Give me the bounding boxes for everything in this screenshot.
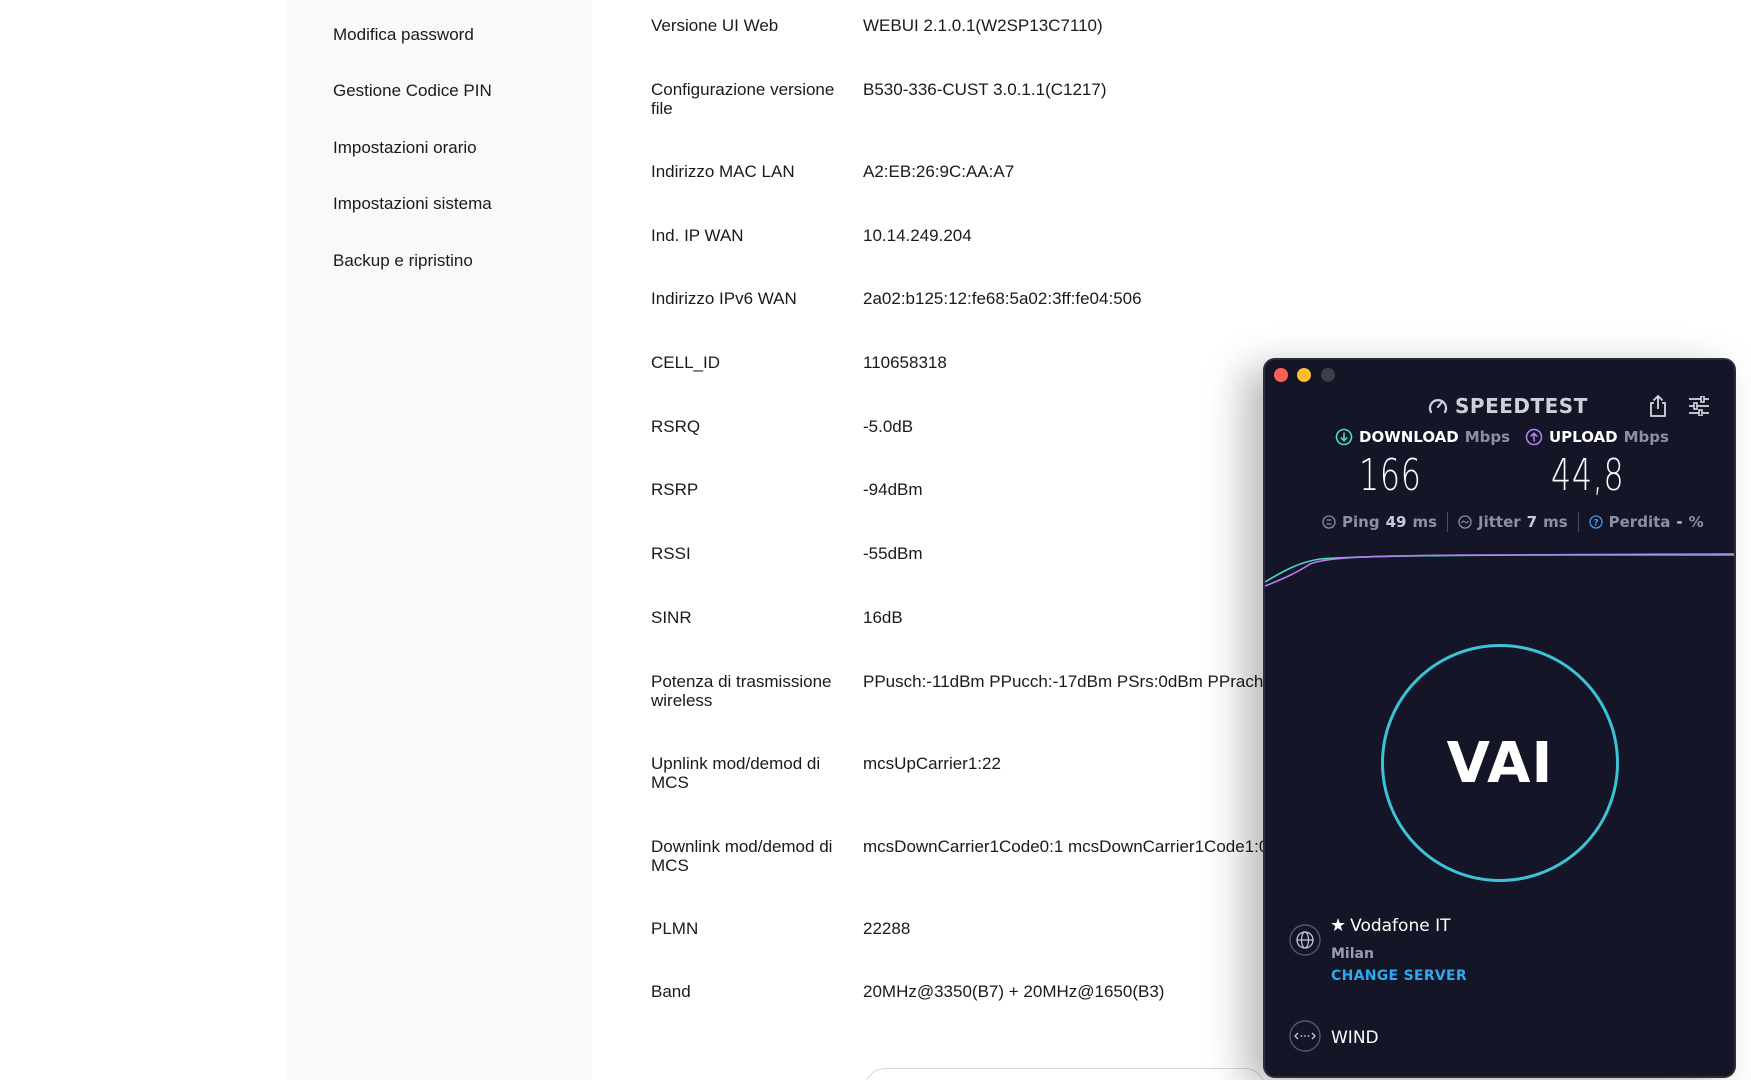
info-label: Indirizzo MAC LAN [651, 162, 795, 181]
info-value: 2a02:b125:12:fe68:5a02:3ff:fe04:506 [863, 289, 1142, 308]
ping-value: 49 [1385, 513, 1407, 531]
info-label: PLMN [651, 919, 699, 938]
info-value: 20MHz@3350(B7) + 20MHz@1650(B3) [863, 982, 1165, 1001]
info-value: -55dBm [863, 544, 923, 563]
info-label: Indirizzo IPv6 WAN [651, 289, 797, 308]
info-label: SINR [651, 608, 692, 627]
globe-icon [1289, 924, 1321, 956]
loss-label: Perdita [1608, 513, 1671, 531]
latency-stats: Ping 49 ms Jitter 7 ms ? Perdita - % [1322, 512, 1704, 532]
info-value: WEBUI 2.1.0.1(W2SP13C7110) [863, 16, 1103, 35]
info-label: CELL_ID [651, 353, 720, 372]
info-label: Potenza di trasmissione wireless [651, 672, 832, 710]
info-value: 10.14.249.204 [863, 226, 972, 245]
download-label: DOWNLOAD [1359, 428, 1459, 446]
info-label: Downlink mod/demod di MCS [651, 837, 833, 875]
info-label: Upnlink mod/demod di MCS [651, 754, 821, 792]
page-left-margin [0, 0, 286, 1080]
info-value: mcsUpCarrier1:22 [863, 754, 1001, 773]
server-name: ★ Vodafone IT [1330, 916, 1450, 936]
settings-sliders-icon[interactable] [1688, 396, 1710, 416]
server-name-label: Vodafone IT [1350, 916, 1451, 936]
change-server-link[interactable]: CHANGE SERVER [1331, 968, 1467, 984]
isp-name: WIND [1331, 1028, 1379, 1048]
stat-divider [1577, 512, 1579, 532]
go-button[interactable]: VAI [1381, 644, 1619, 882]
info-value: 16dB [863, 608, 903, 627]
packet-loss-stat: ? Perdita - % [1588, 513, 1704, 531]
speed-graph [1265, 553, 1734, 587]
download-value: 166 [1359, 450, 1422, 501]
svg-text:?: ? [1593, 519, 1598, 529]
download-unit: Mbps [1464, 428, 1511, 446]
stat-divider [1447, 512, 1448, 532]
speedometer-icon [1428, 399, 1448, 414]
loss-unit: % [1688, 513, 1704, 531]
bottom-button-partial[interactable] [865, 1068, 1265, 1080]
download-header: DOWNLOAD Mbps [1335, 428, 1510, 446]
window-minimize-button[interactable] [1297, 368, 1311, 382]
info-label: Versione UI Web [651, 16, 779, 35]
jitter-value: 7 [1526, 513, 1538, 531]
info-value: 22288 [863, 919, 911, 938]
jitter-stat: Jitter 7 ms [1458, 513, 1568, 531]
settings-sidebar: Modifica password Gestione Codice PIN Im… [286, 0, 592, 1080]
info-value: mcsDownCarrier1Code0:1 mcsDownCarrier1Co… [863, 837, 1269, 856]
help-icon: ? [1588, 515, 1603, 529]
upload-unit: Mbps [1623, 428, 1669, 446]
info-label: RSRQ [651, 417, 701, 436]
download-metric: DOWNLOAD Mbps 166 [1335, 428, 1510, 501]
isp-connection-icon [1289, 1020, 1321, 1052]
info-value: 110658318 [863, 353, 947, 372]
jitter-label: Jitter [1478, 513, 1521, 531]
jitter-icon [1458, 515, 1472, 529]
speedtest-logo-text: SPEEDTEST [1455, 394, 1588, 418]
loss-value: - [1676, 513, 1683, 531]
jitter-unit: ms [1543, 513, 1568, 531]
sidebar-item-pin-management[interactable]: Gestione Codice PIN [333, 81, 492, 101]
sidebar-item-time-settings[interactable]: Impostazioni orario [333, 138, 477, 158]
sidebar-item-change-password[interactable]: Modifica password [333, 25, 474, 45]
ping-stat: Ping 49 ms [1322, 513, 1437, 531]
info-label: Configurazione versione file [651, 80, 835, 118]
upload-metric: UPLOAD Mbps 44,8 [1525, 428, 1669, 501]
info-value: A2:EB:26:9C:AA:A7 [863, 162, 1015, 181]
ping-unit: ms [1412, 513, 1437, 531]
upload-header: UPLOAD Mbps [1525, 428, 1669, 446]
ping-icon [1322, 515, 1336, 529]
sidebar-item-system-settings[interactable]: Impostazioni sistema [333, 194, 492, 214]
info-value: -94dBm [863, 480, 923, 499]
sidebar-item-backup-restore[interactable]: Backup e ripristino [333, 251, 473, 271]
upload-arrow-icon [1525, 428, 1543, 446]
download-arrow-icon [1335, 428, 1353, 446]
info-value: -5.0dB [863, 417, 914, 436]
info-label: RSRP [651, 480, 699, 499]
info-label: RSSI [651, 544, 691, 563]
speedtest-logo: SPEEDTEST [1427, 394, 1588, 418]
info-value: PPusch:-11dBm PPucch:-17dBm PSrs:0dBm PP… [863, 672, 1278, 691]
window-zoom-button[interactable] [1321, 368, 1335, 382]
share-icon[interactable] [1647, 394, 1669, 418]
info-label: Band [651, 982, 691, 1001]
speedtest-window: SPEEDTEST DOWNLOAD Mbps 166 UPLOAD Mbps … [1263, 358, 1736, 1078]
window-close-button[interactable] [1274, 368, 1288, 382]
upload-label: UPLOAD [1549, 428, 1618, 446]
info-value: B530-336-CUST 3.0.1.1(C1217) [863, 80, 1107, 99]
go-button-label: VAI [1446, 730, 1554, 796]
server-city: Milan [1331, 946, 1374, 962]
upload-value: 44,8 [1551, 450, 1625, 501]
star-icon: ★ [1330, 915, 1347, 936]
ping-label: Ping [1342, 513, 1380, 531]
info-label: Ind. IP WAN [651, 226, 744, 245]
